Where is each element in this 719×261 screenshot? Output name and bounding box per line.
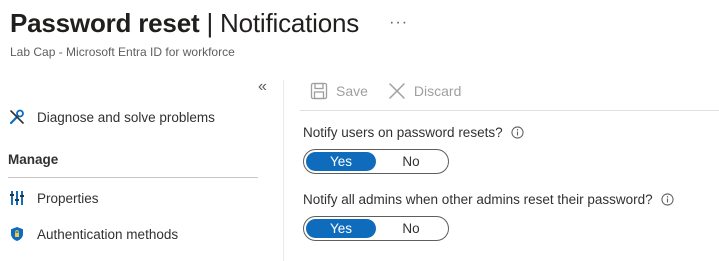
info-icon[interactable] bbox=[511, 126, 524, 139]
page-subtitle: Lab Cap - Microsoft Entra ID for workfor… bbox=[10, 45, 235, 59]
save-button[interactable]: Save bbox=[310, 82, 368, 100]
sidebar-item-diagnose[interactable]: Diagnose and solve problems bbox=[8, 106, 215, 128]
page-title-separator: | bbox=[199, 8, 221, 38]
close-icon bbox=[388, 82, 406, 100]
page-title-section: Notifications bbox=[220, 8, 360, 38]
properties-icon bbox=[8, 189, 26, 207]
page-title-main: Password reset bbox=[10, 8, 200, 38]
toggle-yes-option[interactable]: Yes bbox=[306, 219, 376, 238]
sidebar-item-label: Diagnose and solve problems bbox=[37, 109, 215, 125]
discard-button[interactable]: Discard bbox=[388, 82, 461, 100]
notify-admins-toggle[interactable]: Yes No bbox=[303, 216, 449, 241]
page-header: Password reset | Notifications ··· Lab C… bbox=[10, 8, 408, 59]
notify-users-setting: Notify users on password resets? Yes No bbox=[303, 125, 524, 174]
sidebar-divider bbox=[283, 80, 284, 261]
shield-icon bbox=[8, 225, 26, 243]
sidebar-section-manage: Manage bbox=[8, 152, 59, 167]
sidebar-item-label: Properties bbox=[37, 190, 99, 206]
more-options-button[interactable]: ··· bbox=[389, 14, 408, 31]
sidebar: « Diagnose and solve problems Manage Pro… bbox=[0, 70, 270, 261]
sidebar-item-authentication-methods[interactable]: Authentication methods bbox=[8, 223, 178, 245]
setting-label-text: Notify users on password resets? bbox=[303, 125, 503, 140]
section-divider bbox=[8, 177, 258, 178]
info-icon[interactable] bbox=[661, 193, 674, 206]
command-bar: Save Discard bbox=[310, 82, 481, 100]
notify-users-toggle[interactable]: Yes No bbox=[303, 149, 449, 174]
wrench-icon bbox=[8, 108, 26, 126]
save-icon bbox=[310, 82, 328, 100]
sidebar-item-properties[interactable]: Properties bbox=[8, 187, 99, 209]
collapse-sidebar-button[interactable]: « bbox=[258, 78, 267, 96]
toolbar-divider bbox=[300, 110, 719, 111]
toggle-yes-option[interactable]: Yes bbox=[306, 152, 376, 171]
toggle-no-option[interactable]: No bbox=[376, 219, 446, 238]
toggle-no-option[interactable]: No bbox=[376, 152, 446, 171]
notify-admins-setting: Notify all admins when other admins rese… bbox=[303, 192, 674, 241]
save-label: Save bbox=[336, 83, 368, 99]
discard-label: Discard bbox=[413, 83, 462, 99]
setting-label: Notify all admins when other admins rese… bbox=[303, 192, 674, 207]
sidebar-item-label: Authentication methods bbox=[37, 226, 179, 242]
setting-label-text: Notify all admins when other admins rese… bbox=[303, 192, 653, 207]
page-title: Password reset | Notifications bbox=[10, 8, 359, 39]
setting-label: Notify users on password resets? bbox=[303, 125, 524, 140]
